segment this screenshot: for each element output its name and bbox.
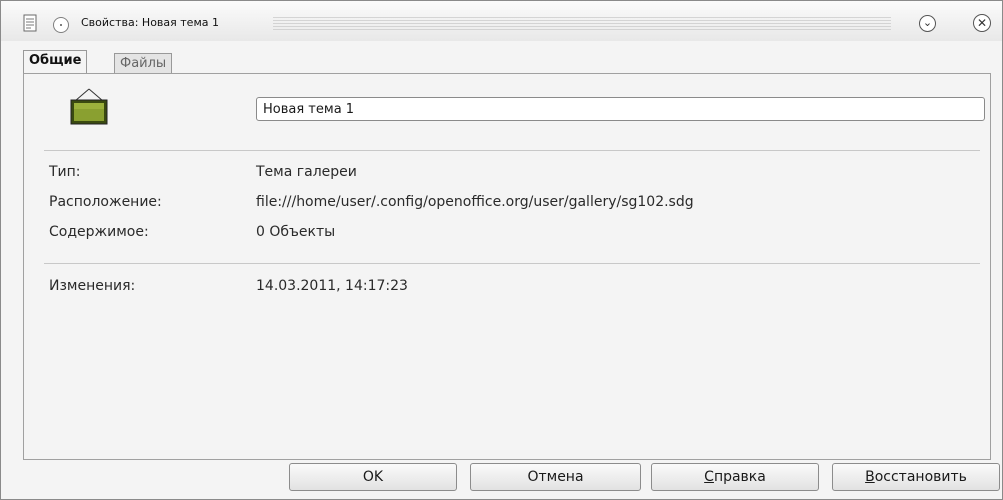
gallery-doc-icon bbox=[23, 14, 37, 32]
close-icon[interactable]: ✕ bbox=[973, 14, 991, 32]
picture-frame-icon bbox=[70, 88, 108, 125]
dialog-button-bar: OK Отмена Справка Восстановить bbox=[1, 459, 1002, 499]
modified-label: Изменения: bbox=[49, 278, 136, 294]
contents-label: Содержимое: bbox=[49, 224, 149, 240]
general-tab-panel: Тип: Тема галереи Расположение: file:///… bbox=[23, 73, 991, 460]
window-menu-icon[interactable] bbox=[53, 17, 69, 33]
window-title: Свойства: Новая тема 1 bbox=[81, 16, 219, 29]
tab-files[interactable]: Файлы bbox=[114, 53, 173, 73]
location-value: file:///home/user/.config/openoffice.org… bbox=[256, 194, 694, 210]
separator-bottom bbox=[44, 263, 980, 264]
restore-label-rest: осстановить bbox=[874, 469, 967, 485]
theme-name-input[interactable] bbox=[256, 97, 985, 121]
help-button[interactable]: Справка bbox=[651, 463, 819, 491]
restore-mnemonic: В bbox=[865, 469, 875, 485]
modified-value: 14.03.2011, 14:17:23 bbox=[256, 278, 408, 294]
properties-dialog: Свойства: Новая тема 1 ⌄ ✕ Общие Файлы Т… bbox=[0, 0, 1003, 500]
title-bar[interactable]: Свойства: Новая тема 1 ⌄ ✕ bbox=[1, 1, 1002, 41]
type-value: Тема галереи bbox=[256, 164, 357, 180]
location-label: Расположение: bbox=[49, 194, 162, 210]
contents-value: 0 Объекты bbox=[256, 224, 336, 240]
title-bar-texture bbox=[273, 17, 891, 30]
minimize-icon[interactable]: ⌄ bbox=[919, 15, 936, 32]
ok-button[interactable]: OK bbox=[289, 463, 457, 491]
type-label: Тип: bbox=[49, 164, 81, 180]
help-mnemonic: С bbox=[704, 469, 714, 485]
separator-top bbox=[44, 150, 980, 151]
help-label-rest: правка bbox=[713, 469, 766, 485]
cancel-button[interactable]: Отмена bbox=[470, 463, 641, 491]
tab-general[interactable]: Общие bbox=[23, 50, 88, 73]
restore-button[interactable]: Восстановить bbox=[832, 463, 1000, 491]
